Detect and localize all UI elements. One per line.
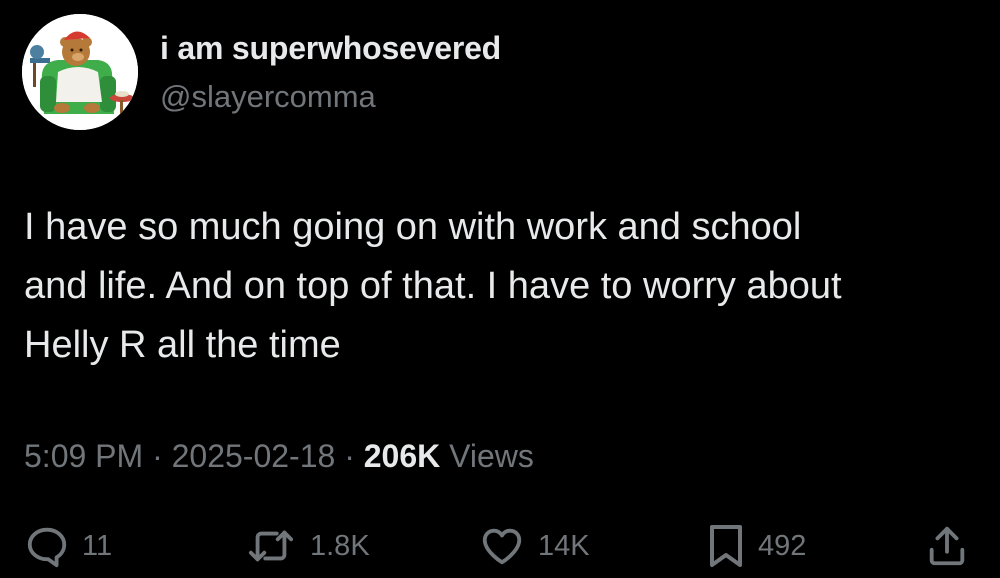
tweet-text: I have so much going on with work and sc… (24, 198, 984, 375)
tweet-text-line: Helly R all the time (24, 324, 341, 366)
share-icon (929, 526, 965, 566)
reply-icon (27, 527, 67, 568)
tweet-meta: 5:09 PM · 2025-02-18 · 206K Views (24, 438, 534, 475)
views-label: Views (449, 438, 534, 474)
author-handle[interactable]: @slayercomma (160, 79, 376, 115)
tweet-text-line: and life. And on top of that. I have to … (24, 265, 842, 307)
share-button[interactable] (924, 520, 970, 572)
like-button[interactable]: 14K (478, 520, 590, 572)
repost-icon (248, 530, 294, 562)
repost-count: 1.8K (310, 529, 370, 562)
meta-separator: · (344, 438, 355, 474)
like-count: 14K (538, 529, 590, 562)
avatar[interactable] (22, 14, 138, 130)
tweet-date[interactable]: 2025-02-18 (172, 438, 336, 474)
bookmark-count: 492 (758, 529, 807, 562)
tweet-time[interactable]: 5:09 PM (24, 438, 143, 474)
tweet-actions-bar: 11 1.8K 14K 492 (0, 520, 1000, 572)
author-display-name[interactable]: i am superwhosevered (160, 30, 501, 67)
heart-icon (482, 528, 522, 565)
meta-separator: · (152, 438, 163, 474)
teddy-bear-avatar-image (22, 14, 138, 130)
tweet-text-line: I have so much going on with work and sc… (24, 206, 802, 248)
bookmark-button[interactable]: 492 (706, 520, 806, 572)
bookmark-icon (710, 525, 742, 567)
reply-count: 11 (82, 529, 113, 562)
repost-button[interactable]: 1.8K (244, 520, 370, 572)
reply-button[interactable]: 11 (24, 520, 112, 572)
views-count[interactable]: 206K (364, 438, 441, 474)
